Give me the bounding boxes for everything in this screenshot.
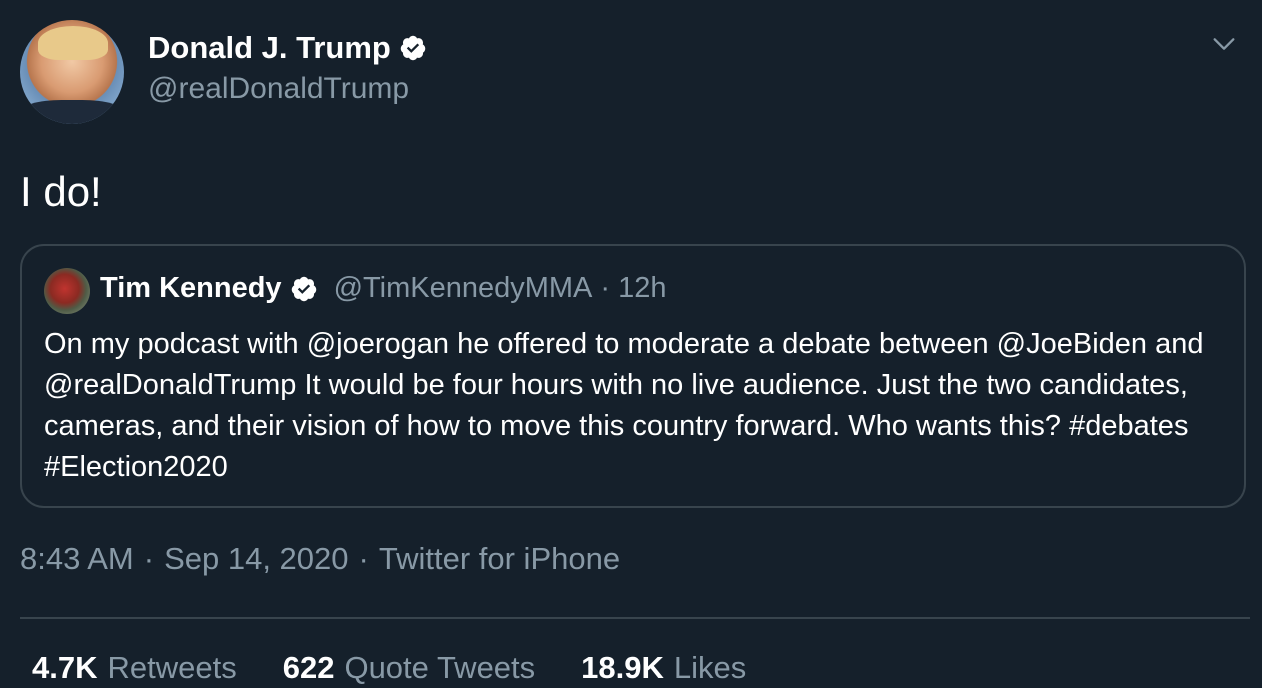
retweets-count: 4.7K	[32, 650, 98, 685]
verified-badge-icon	[290, 275, 318, 303]
divider	[20, 617, 1250, 619]
tweet-source[interactable]: Twitter for iPhone	[379, 541, 620, 576]
retweets-label: Retweets	[107, 650, 237, 685]
separator-dot: ·	[600, 272, 611, 304]
quoted-author-avatar[interactable]	[44, 268, 90, 314]
quoted-timestamp[interactable]: 12h	[618, 272, 666, 305]
quoted-tweet-text: On my podcast with @joerogan he offered …	[44, 328, 1204, 483]
tweet-detail: Donald J. Trump @realDonaldTrump I do! T…	[0, 0, 1262, 688]
quoted-tweet-card[interactable]: Tim Kennedy @TimKennedyMMA · 12h On my p…	[20, 244, 1246, 508]
likes-count: 18.9K	[581, 650, 664, 685]
verified-badge-icon	[399, 34, 427, 62]
author-handle[interactable]: @realDonaldTrump	[148, 72, 409, 106]
separator-dot: ·	[143, 541, 155, 576]
tweet-date[interactable]: Sep 14, 2020	[164, 541, 348, 576]
likes-stat[interactable]: 18.9K Likes	[581, 650, 746, 686]
quote-tweets-stat[interactable]: 622 Quote Tweets	[283, 650, 535, 686]
quote-tweets-label: Quote Tweets	[344, 650, 536, 685]
tweet-time[interactable]: 8:43 AM	[20, 541, 134, 576]
likes-label: Likes	[673, 650, 747, 685]
quoted-author-handle[interactable]: @TimKennedyMMA	[334, 272, 593, 305]
tweet-meta: 8:43 AM · Sep 14, 2020 · Twitter for iPhone	[20, 541, 620, 577]
tweet-text: I do!	[20, 168, 102, 215]
engagement-stats: 4.7K Retweets 622 Quote Tweets 18.9K Likes	[32, 650, 746, 686]
quoted-tweet-header: Tim Kennedy @TimKennedyMMA · 12h	[100, 272, 666, 305]
author-name[interactable]: Donald J. Trump	[148, 30, 391, 66]
retweets-stat[interactable]: 4.7K Retweets	[32, 650, 237, 686]
avatar-hair	[38, 26, 108, 60]
author-name-row[interactable]: Donald J. Trump	[148, 30, 427, 66]
author-avatar[interactable]	[20, 20, 124, 124]
avatar-suit	[20, 100, 124, 124]
quote-tweets-count: 622	[282, 650, 335, 685]
chevron-down-icon[interactable]	[1210, 30, 1238, 58]
quoted-author-name[interactable]: Tim Kennedy	[100, 272, 282, 305]
separator-dot: ·	[358, 541, 369, 576]
